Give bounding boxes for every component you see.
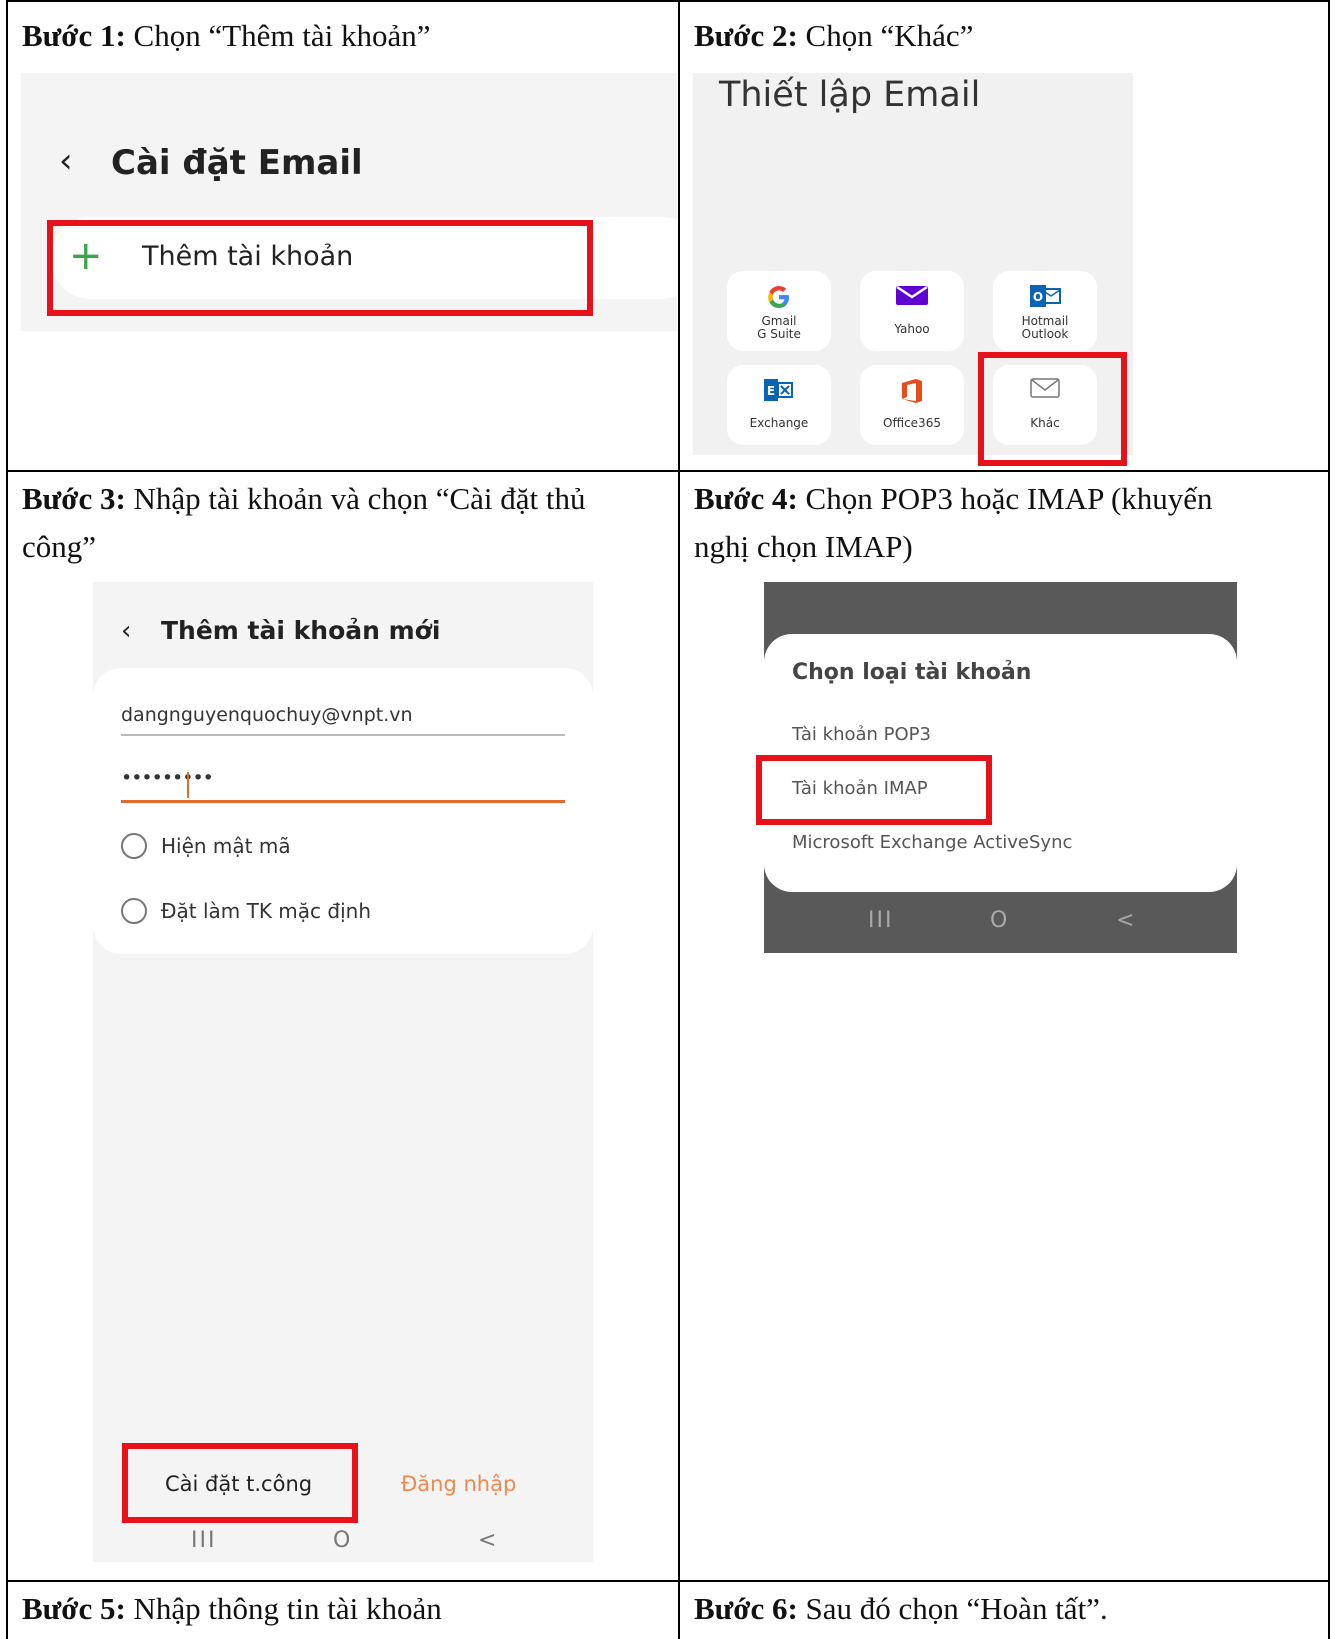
back-icon[interactable]: <: [478, 1528, 496, 1553]
yahoo-mail-icon: [860, 283, 964, 311]
show-password-label: Hiện mật mã: [161, 834, 291, 858]
highlight-add-account: [47, 220, 593, 316]
option-pop3[interactable]: Tài khoản POP3: [792, 724, 931, 745]
tile-label: Hotmail Outlook: [1021, 314, 1069, 341]
table-border-left: [6, 0, 8, 1639]
home-icon[interactable]: O: [333, 1528, 350, 1553]
step2-caption-label: Bước 2:: [694, 18, 798, 53]
password-underline: [121, 800, 565, 803]
step6-caption-label: Bước 6:: [694, 1591, 798, 1626]
back-icon[interactable]: <: [1116, 908, 1134, 933]
step3-caption-text-line1: Nhập tài khoản và chọn “Cài đặt thủ: [125, 481, 586, 516]
table-border-middle: [678, 0, 680, 1639]
table-row-divider-1: [6, 470, 1330, 472]
step6-caption-text: Sau đó chọn “Hoàn tất”.: [797, 1591, 1108, 1626]
step4-caption-label: Bước 4:: [694, 481, 798, 516]
set-default-label: Đặt làm TK mặc định: [161, 899, 371, 923]
step1-caption-text: Chọn “Thêm tài khoản”: [125, 18, 431, 53]
provider-tile-exchange[interactable]: E Exchange: [727, 365, 831, 445]
step3-caption-text-line2: công”: [22, 529, 97, 564]
table-border-right: [1328, 0, 1330, 1639]
step4-caption-text-line2: nghị chọn IMAP): [694, 529, 913, 564]
login-button[interactable]: Đăng nhập: [401, 1472, 516, 1496]
table-border-top: [6, 0, 1330, 2]
provider-tile-office365[interactable]: Office365: [860, 365, 964, 445]
exchange-icon: E: [727, 377, 831, 405]
highlight-manual-setup: [122, 1443, 358, 1523]
outlook-icon: O: [993, 283, 1097, 311]
google-icon: [727, 283, 831, 311]
step2-caption: Bước 2: Chọn “Khác”: [694, 12, 973, 60]
tile-label: Yahoo: [894, 322, 930, 336]
step5-caption-text: Nhập thông tin tài khoản: [125, 1591, 442, 1626]
chevron-left-icon[interactable]: ‹: [59, 141, 73, 181]
svg-text:O: O: [1033, 290, 1043, 304]
dialog-title: Chọn loại tài khoản: [792, 660, 1032, 685]
email-field[interactable]: dangnguyenquochuy@vnpt.vn: [121, 704, 413, 726]
option-exchange-activesync[interactable]: Microsoft Exchange ActiveSync: [792, 832, 1072, 853]
home-icon[interactable]: O: [990, 908, 1007, 933]
set-default-radio[interactable]: [121, 898, 147, 924]
step6-caption: Bước 6: Sau đó chọn “Hoàn tất”.: [694, 1585, 1108, 1633]
tile-label: Gmail G Suite: [757, 314, 801, 341]
tile-label: Office365: [883, 416, 941, 430]
step5-caption-label: Bước 5:: [22, 1591, 126, 1626]
recent-apps-icon[interactable]: III: [191, 1528, 216, 1553]
provider-tile-yahoo[interactable]: Yahoo: [860, 271, 964, 351]
table-row-divider-2: [6, 1580, 1330, 1582]
office365-icon: [860, 377, 964, 405]
provider-tile-outlook[interactable]: O Hotmail Outlook: [993, 271, 1097, 351]
step1-caption: Bước 1: Chọn “Thêm tài khoản”: [22, 12, 431, 60]
highlight-imap: [756, 755, 992, 825]
highlight-other: [978, 352, 1127, 466]
provider-tile-gmail[interactable]: Gmail G Suite: [727, 271, 831, 351]
screen-title: Cài đặt Email: [111, 143, 363, 183]
step3-screenshot: ‹ Thêm tài khoản mới dangnguyenquochuy@v…: [93, 582, 593, 1562]
step1-caption-label: Bước 1:: [22, 18, 126, 53]
step3-caption: Bước 3: Nhập tài khoản và chọn “Cài đặt …: [22, 475, 662, 571]
recent-apps-icon[interactable]: III: [868, 908, 893, 933]
show-password-radio[interactable]: [121, 833, 147, 859]
step4-caption-text-line1: Chọn POP3 hoặc IMAP (khuyến: [797, 481, 1213, 516]
tile-label: Exchange: [749, 416, 809, 430]
chevron-left-icon[interactable]: ‹: [121, 616, 131, 646]
step5-caption: Bước 5: Nhập thông tin tài khoản: [22, 1585, 442, 1633]
screen-title: Thiết lập Email: [719, 75, 981, 115]
step3-caption-label: Bước 3:: [22, 481, 126, 516]
step2-caption-text: Chọn “Khác”: [797, 18, 974, 53]
password-field[interactable]: •••••••••: [121, 767, 214, 789]
svg-text:E: E: [767, 384, 775, 398]
screen-title: Thêm tài khoản mới: [161, 616, 441, 645]
text-cursor: [187, 772, 189, 798]
step4-caption: Bước 4: Chọn POP3 hoặc IMAP (khuyến nghị…: [694, 475, 1314, 571]
nav-bar: III O <: [93, 1524, 593, 1562]
nav-bar: III O <: [764, 904, 1237, 944]
email-underline: [121, 734, 565, 736]
